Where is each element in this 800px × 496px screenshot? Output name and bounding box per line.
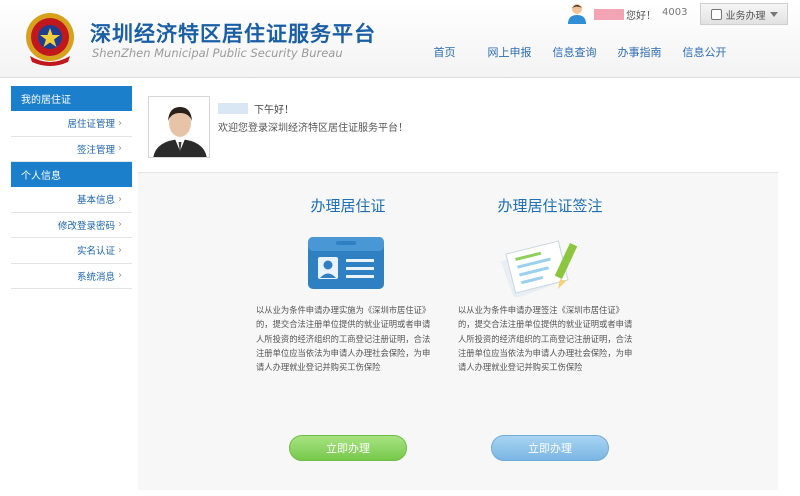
user-avatar-icon[interactable]	[566, 2, 588, 24]
sidebar-item-residence-manage[interactable]: 居住证管理 ›	[11, 111, 132, 137]
sidebar-item-system-messages[interactable]: 系统消息 ›	[11, 263, 132, 289]
sidebar: 我的居住证 居住证管理 › 签注管理 › 个人信息 基本信息 › 修改登录密码 › 实名…	[11, 86, 132, 289]
sidebar-item-basic-info[interactable]: 基本信息 ›	[11, 187, 132, 213]
service-panel: 办理居住证 以从业为条件申请办理实施为《深圳市居住证》的，提交合法注册单位提供的…	[138, 172, 778, 490]
nav-info-query[interactable]: 信息查询	[542, 44, 607, 60]
card-desc-residence: 以从业为条件申请办理实施为《深圳市居住证》的，提交合法注册单位提供的就业证明或者…	[256, 305, 431, 373]
header: 深圳经济特区居住证服务平台 ShenZhen Municipal Public …	[0, 0, 800, 78]
main-nav: 首页 网上申报 信息查询 办事指南 信息公开	[412, 44, 737, 60]
chevron-right-icon: ›	[118, 270, 122, 282]
chevron-down-icon	[769, 11, 778, 17]
site-title: 深圳经济特区居住证服务平台	[90, 22, 376, 46]
chevron-right-icon: ›	[118, 219, 122, 231]
sidebar-item-change-password[interactable]: 修改登录密码 ›	[11, 212, 132, 238]
welcome-text: 欢迎您登录深圳经济特区居住证服务平台！	[218, 123, 408, 134]
sidebar-section-personal[interactable]: 个人信息	[11, 162, 132, 187]
apply-endorsement-button[interactable]: 立即办理	[491, 435, 609, 461]
profile-greeting: 下午好！	[218, 101, 294, 116]
profile-avatar	[148, 96, 210, 158]
chevron-right-icon: ›	[118, 244, 122, 256]
sidebar-item-realname[interactable]: 实名认证 ›	[11, 238, 132, 264]
card-title-endorsement: 办理居住证签注	[497, 197, 603, 215]
business-menu-label: 业务办理	[725, 10, 766, 22]
nav-guide[interactable]: 办事指南	[607, 44, 672, 60]
sidebar-section-residence[interactable]: 我的居住证	[11, 86, 132, 111]
apply-residence-button[interactable]: 立即办理	[289, 435, 407, 461]
redacted-username	[218, 103, 248, 114]
chevron-right-icon: ›	[118, 117, 122, 129]
chevron-right-icon: ›	[118, 143, 122, 155]
nav-home[interactable]: 首页	[412, 44, 477, 60]
redacted-username	[594, 9, 624, 20]
user-greeting[interactable]: 您好！	[594, 7, 656, 22]
card-title-residence: 办理居住证	[310, 197, 386, 215]
person-silhouette-icon	[149, 97, 209, 157]
sidebar-item-endorsement-manage[interactable]: 签注管理 ›	[11, 136, 132, 162]
card-desc-endorsement: 以从业为条件申请办理签注《深圳市居住证》的，提交合法注册单位提供的就业证明或者申…	[458, 305, 633, 373]
document-pen-icon	[500, 240, 578, 297]
message-count[interactable]: 4003	[662, 7, 687, 18]
site-subtitle: ShenZhen Municipal Public Security Burea…	[92, 46, 343, 60]
id-card-icon	[308, 237, 384, 289]
chevron-right-icon: ›	[118, 193, 122, 205]
building-icon	[710, 8, 722, 20]
nav-online-declare[interactable]: 网上申报	[477, 44, 542, 60]
nav-info-public[interactable]: 信息公开	[672, 44, 737, 60]
business-menu-dropdown[interactable]: 业务办理	[700, 3, 788, 25]
police-emblem-icon	[26, 13, 74, 66]
